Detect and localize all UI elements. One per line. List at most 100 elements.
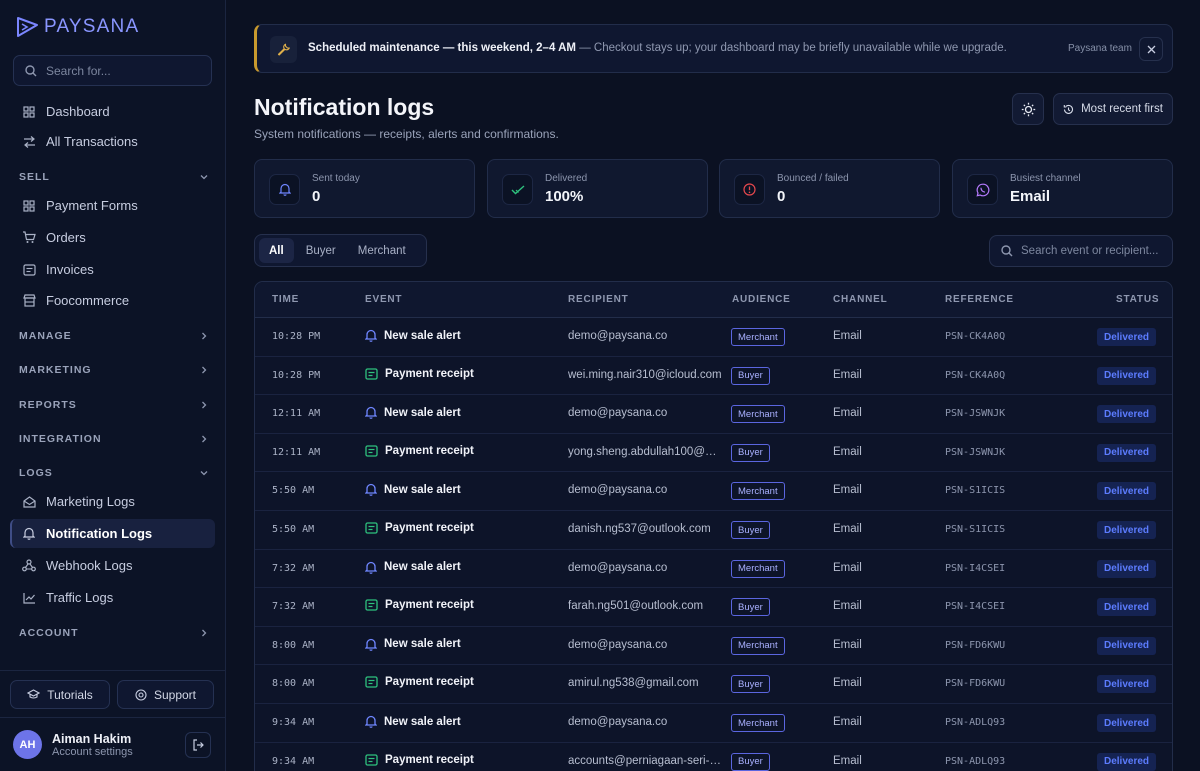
sidebar-search[interactable] [13,55,212,86]
cell-time: 5:50 AM [272,485,315,497]
cell-recipient: demo@paysana.co [568,330,668,342]
wrench-icon [270,36,297,63]
cell-time: 9:34 AM [272,717,315,728]
filter-merchant[interactable]: Merchant [348,238,416,263]
grid-icon [22,105,36,119]
sidebar-item-label: All Transactions [46,134,138,149]
cell-recipient: danish.ng537@outlook.com [568,523,711,535]
sidebar-item-traffic-logs[interactable]: Traffic Logs [10,583,215,612]
header-time[interactable]: TIME [272,294,299,305]
logo[interactable]: PAYSANA [16,16,139,38]
section-logs[interactable]: LOGS [19,465,209,481]
header-recipient[interactable]: RECIPIENT [568,294,629,305]
cell-reference: PSN-I4CSEI [945,562,1006,574]
table-row[interactable]: 12:11 AM Payment receipt yong.sheng.abdull… [255,434,1172,473]
stat-value: Email [1010,188,1051,205]
cell-time: 5:50 AM [272,524,315,535]
sidebar-item-payment-forms[interactable]: Payment Forms [10,191,215,220]
sidebar-item-orders[interactable]: Orders [10,223,215,252]
sun-icon [1021,102,1035,116]
divider [0,670,226,671]
header-event[interactable]: EVENT [365,294,402,305]
header-audience[interactable]: AUDIENCE [732,294,791,305]
cell-event: Payment receipt [365,676,474,688]
stat-card-bounced: Bounced / failed 0 [719,159,940,218]
table-row[interactable]: 8:00 AM New sale alert demo@paysana.co Merc… [255,627,1172,666]
cell-recipient: demo@paysana.co [568,561,668,574]
table-row[interactable]: 8:00 AM Payment receipt amirul.ng538@gmail… [255,665,1172,704]
table-row[interactable]: 10:28 PM Payment receipt wei.ming.nair310@… [255,357,1172,396]
theme-toggle-button[interactable] [1012,93,1044,125]
section-account[interactable]: ACCOUNT [19,625,209,641]
cell-event: Payment receipt [365,522,474,534]
stat-label: Busiest channel [1010,173,1081,184]
stat-value: 0 [777,188,786,205]
grid-icon [22,199,36,213]
cell-recipient: demo@paysana.co [568,638,668,651]
sidebar-item-webhook-logs[interactable]: Webhook Logs [10,551,215,580]
sidebar-item-dashboard[interactable]: Dashboard [10,97,215,126]
audience-badge: Merchant [731,559,785,578]
audience-badge: Buyer [731,366,770,385]
webhook-icon [22,559,36,573]
support-button[interactable]: Support [117,680,214,709]
sidebar-item-foocommerce[interactable]: Foocommerce [10,286,215,315]
sidebar-item-notification-logs[interactable]: Notification Logs [10,519,215,548]
close-icon [1147,45,1155,53]
receipt-icon [365,367,378,380]
table-row[interactable]: 5:50 AM Payment receipt danish.ng537@outlo… [255,511,1172,550]
search-icon [1001,245,1013,257]
chevron-right-icon [202,435,207,443]
cell-channel: Email [833,677,862,690]
cell-reference: PSN-FD6KWU [945,639,1006,651]
section-integration[interactable]: INTEGRATION [19,431,209,447]
section-marketing[interactable]: MARKETING [19,362,209,378]
cell-time: 7:32 AM [272,562,315,574]
sidebar-item-invoices[interactable]: Invoices [10,255,215,284]
table-row[interactable]: 12:11 AM New sale alert demo@paysana.co Mer… [255,395,1172,434]
table-row[interactable]: 5:50 AM New sale alert demo@paysana.co Merc… [255,472,1172,511]
sidebar-item-label: Marketing Logs [46,494,135,509]
banner-title: Scheduled maintenance — this weekend, 2–… [308,42,576,54]
cart-icon [22,231,36,245]
section-sell[interactable]: SELL [19,169,209,185]
table-header: TIME EVENT RECIPIENT AUDIENCE CHANNEL RE… [255,282,1172,318]
filter-all[interactable]: All [259,238,294,263]
cell-event: Payment receipt [365,445,474,457]
cell-event: New sale alert [365,638,461,651]
cell-time: 8:00 AM [272,639,315,651]
header-channel[interactable]: CHANNEL [833,294,888,305]
section-manage[interactable]: MANAGE [19,328,209,344]
filter-buyer[interactable]: Buyer [296,238,346,263]
sidebar-item-all-transactions[interactable]: All Transactions [10,127,215,156]
avatar[interactable]: AH [13,730,42,759]
status-badge: Delivered [1097,752,1157,771]
page-subtitle: System notifications — receipts, alerts … [254,127,559,141]
table-search-input[interactable] [1021,245,1161,257]
sidebar-search-input[interactable] [46,63,196,78]
graduation-cap-icon [27,689,41,699]
table-search[interactable] [989,235,1173,267]
table-row[interactable]: 7:32 AM Payment receipt farah.ng501@outloo… [255,588,1172,627]
sidebar-item-marketing-logs[interactable]: Marketing Logs [10,487,215,516]
header-reference[interactable]: REFERENCE [945,294,1014,305]
cell-recipient: demo@paysana.co [568,484,668,497]
cell-time: 12:11 AM [272,408,321,420]
logout-button[interactable] [185,732,211,758]
cell-time: 8:00 AM [272,678,315,690]
table-row[interactable]: 10:28 PM New sale alert demo@paysana.co Mer… [255,318,1172,357]
cell-channel: Email [833,445,862,458]
section-label: INTEGRATION [19,433,102,445]
sort-button[interactable]: Most recent first [1053,93,1173,125]
tutorials-button[interactable]: Tutorials [10,680,110,709]
table-row[interactable]: 9:34 AM New sale alert demo@paysana.co Merc… [255,704,1172,743]
banner-close-button[interactable] [1139,37,1163,61]
cell-recipient: wei.ming.nair310@icloud.com [568,368,722,381]
account-settings-link[interactable]: Account settings [52,746,133,758]
table-row[interactable]: 7:32 AM New sale alert demo@paysana.co Merc… [255,550,1172,589]
cell-channel: Email [833,368,862,381]
table-row[interactable]: 9:34 AM Payment receipt accounts@perniagaa… [255,743,1172,771]
section-reports[interactable]: REPORTS [19,397,209,413]
cell-reference: PSN-FD6KWU [945,678,1006,690]
header-status[interactable]: STATUS [1116,294,1159,305]
